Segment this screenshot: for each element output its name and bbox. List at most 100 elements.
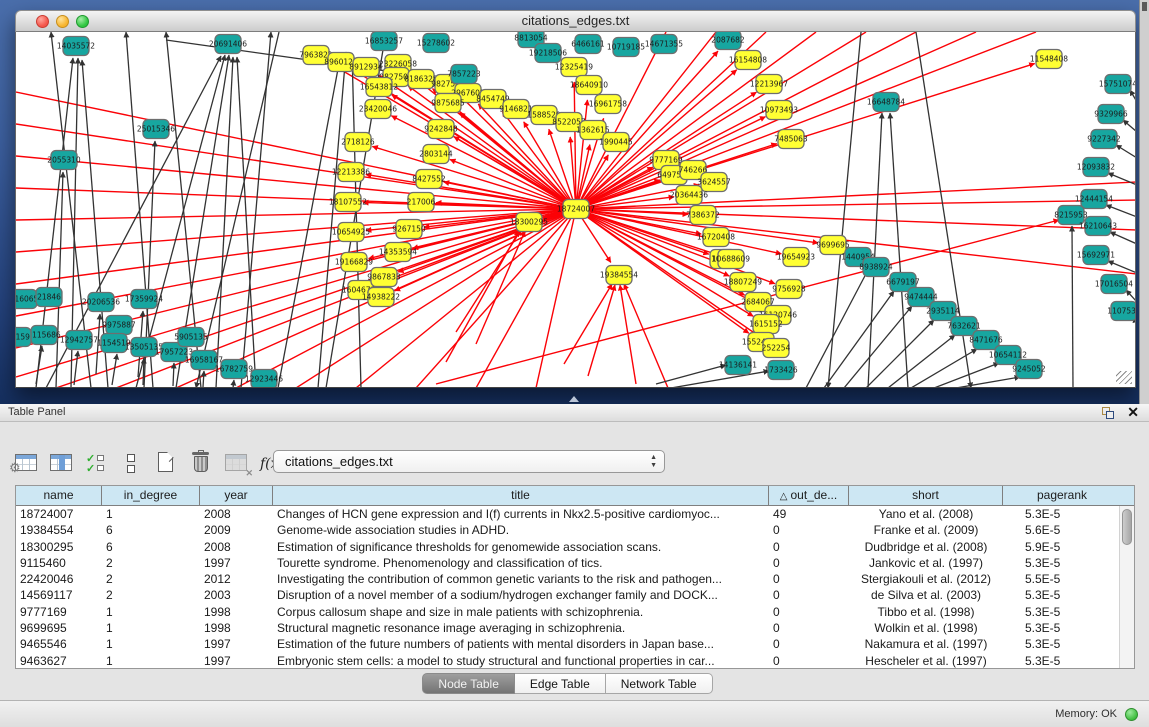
graph-node[interactable]: 18807249: [724, 273, 762, 292]
graph-node[interactable]: 14671355: [645, 35, 683, 54]
table-cell[interactable]: Investigating the contribution of common…: [273, 571, 769, 587]
graph-node[interactable]: 1733426: [764, 361, 798, 380]
graph-node[interactable]: 21846: [36, 288, 62, 307]
graph-node[interactable]: 9245052: [1012, 360, 1046, 379]
table-row[interactable]: 1872400712008Changes of HCN gene express…: [16, 506, 1119, 522]
table-cell[interactable]: 9115460: [16, 555, 102, 571]
graph-node[interactable]: 16853257: [365, 32, 403, 51]
minimize-window-button[interactable]: [56, 15, 69, 28]
graph-node[interactable]: 252254: [762, 339, 791, 358]
table-cell[interactable]: 9699695: [16, 620, 102, 636]
table-row[interactable]: 1456911722003Disruption of a novel membe…: [16, 587, 1119, 603]
table-cell[interactable]: Estimation of significance thresholds fo…: [273, 539, 769, 555]
table-cell[interactable]: 2012: [200, 571, 273, 587]
table-cell[interactable]: 0: [769, 555, 849, 571]
create-column-button[interactable]: [152, 448, 182, 480]
graph-node[interactable]: 1990445: [599, 133, 633, 152]
table-cell[interactable]: Embryonic stem cells: a model to study s…: [273, 653, 769, 668]
table-cell[interactable]: Wolkin et al. (1998): [849, 620, 1003, 636]
graph-node[interactable]: 9329966: [1094, 105, 1128, 124]
column-header-name[interactable]: name: [16, 486, 102, 505]
table-row[interactable]: 946554611997Estimation of the future num…: [16, 636, 1119, 652]
table-cell[interactable]: 1998: [200, 604, 273, 620]
graph-node[interactable]: 19166829: [335, 253, 373, 272]
close-icon[interactable]: ✕: [1127, 404, 1139, 421]
column-header-year[interactable]: year: [200, 486, 273, 505]
graph-node[interactable]: 15278602: [417, 34, 455, 53]
table-cell[interactable]: 49: [769, 506, 849, 522]
table-cell[interactable]: Disruption of a novel member of a sodium…: [273, 587, 769, 603]
graph-node[interactable]: 6466161: [571, 35, 605, 54]
table-cell[interactable]: 5.5E-5: [1003, 571, 1119, 587]
vertical-scrollbar[interactable]: [1119, 506, 1134, 668]
table-row[interactable]: 969969511998Structural magnetic resonanc…: [16, 620, 1119, 636]
graph-node[interactable]: 9867833: [367, 268, 401, 287]
table-cell[interactable]: 0: [769, 604, 849, 620]
column-header-out-de-[interactable]: △out_de...: [769, 486, 849, 505]
table-row[interactable]: 977716911998Corpus callosum shape and si…: [16, 604, 1119, 620]
graph-node[interactable]: 9267150: [392, 220, 426, 239]
table-cell[interactable]: Changes of HCN gene expression and I(f) …: [273, 506, 769, 522]
table-cell[interactable]: 1997: [200, 653, 273, 668]
graph-node[interactable]: 15751074: [1099, 75, 1136, 94]
column-header-in-degree[interactable]: in_degree: [102, 486, 200, 505]
table-options-button[interactable]: ⚙: [12, 448, 42, 480]
graph-node[interactable]: 16961758: [589, 95, 627, 114]
table-row[interactable]: 946362711997Embryonic stem cells: a mode…: [16, 653, 1119, 668]
delete-columns-button[interactable]: [187, 448, 217, 480]
graph-node[interactable]: 18640910: [570, 76, 608, 95]
table-cell[interactable]: 2009: [200, 522, 273, 538]
scrollbar-thumb[interactable]: [1122, 509, 1132, 545]
table-cell[interactable]: 9463627: [16, 653, 102, 668]
table-cell[interactable]: 5.6E-5: [1003, 522, 1119, 538]
close-window-button[interactable]: [36, 15, 49, 28]
tab-node-table[interactable]: Node Table: [422, 673, 515, 694]
graph-node[interactable]: 7857223: [447, 65, 481, 84]
graph-node[interactable]: 17016504: [1095, 275, 1133, 294]
table-cell[interactable]: 0: [769, 587, 849, 603]
table-cell[interactable]: Franke et al. (2009): [849, 522, 1003, 538]
graph-node[interactable]: 25015346: [137, 120, 175, 139]
table-cell[interactable]: 1: [102, 506, 200, 522]
table-row[interactable]: 911546021997Tourette syndrome. Phenomeno…: [16, 555, 1119, 571]
resize-grip[interactable]: [1116, 371, 1132, 384]
table-row[interactable]: 1830029562008Estimation of significance …: [16, 539, 1119, 555]
table-cell[interactable]: 19384554: [16, 522, 102, 538]
graph-node[interactable]: 2055310: [47, 151, 81, 170]
table-cell[interactable]: Stergiakouli et al. (2012): [849, 571, 1003, 587]
table-cell[interactable]: Genome-wide association studies in ADHD.: [273, 522, 769, 538]
graph-node[interactable]: 1115686: [27, 326, 61, 345]
table-cell[interactable]: 0: [769, 571, 849, 587]
table-cell[interactable]: 0: [769, 653, 849, 668]
table-cell[interactable]: Tibbo et al. (1998): [849, 604, 1003, 620]
table-cell[interactable]: 5.3E-5: [1003, 506, 1119, 522]
column-header-title[interactable]: title: [273, 486, 769, 505]
table-cell[interactable]: 0: [769, 539, 849, 555]
table-cell[interactable]: Hescheler et al. (1997): [849, 653, 1003, 668]
graph-node[interactable]: 7386372: [686, 206, 720, 225]
table-cell[interactable]: 5.3E-5: [1003, 604, 1119, 620]
zoom-window-button[interactable]: [76, 15, 89, 28]
table-cell[interactable]: 2008: [200, 539, 273, 555]
table-cell[interactable]: 14569117: [16, 587, 102, 603]
table-cell[interactable]: 5.3E-5: [1003, 636, 1119, 652]
graph-node[interactable]: 16154808: [729, 51, 767, 70]
table-selector-dropdown[interactable]: citations_edges.txt ▲▼: [273, 450, 665, 473]
graph-node[interactable]: 9227342: [1087, 130, 1121, 149]
table-cell[interactable]: 1: [102, 636, 200, 652]
table-cell[interactable]: Estimation of the future numbers of pati…: [273, 636, 769, 652]
table-cell[interactable]: Jankovic et al. (1997): [849, 555, 1003, 571]
splitter-handle-icon[interactable]: [569, 396, 579, 402]
table-cell[interactable]: 9777169: [16, 604, 102, 620]
graph-node[interactable]: 14136141: [719, 356, 757, 375]
table-cell[interactable]: 22420046: [16, 571, 102, 587]
table-cell[interactable]: 5.3E-5: [1003, 555, 1119, 571]
table-cell[interactable]: 0: [769, 522, 849, 538]
graph-node[interactable]: 11548408: [1030, 50, 1068, 69]
table-cell[interactable]: 2: [102, 571, 200, 587]
graph-node[interactable]: 9242848: [424, 120, 458, 139]
table-cell[interactable]: 6: [102, 522, 200, 538]
graph-node[interactable]: 2718126: [341, 133, 375, 152]
table-cell[interactable]: 5.9E-5: [1003, 539, 1119, 555]
table-panel-header[interactable]: Table Panel ✕: [0, 404, 1149, 422]
